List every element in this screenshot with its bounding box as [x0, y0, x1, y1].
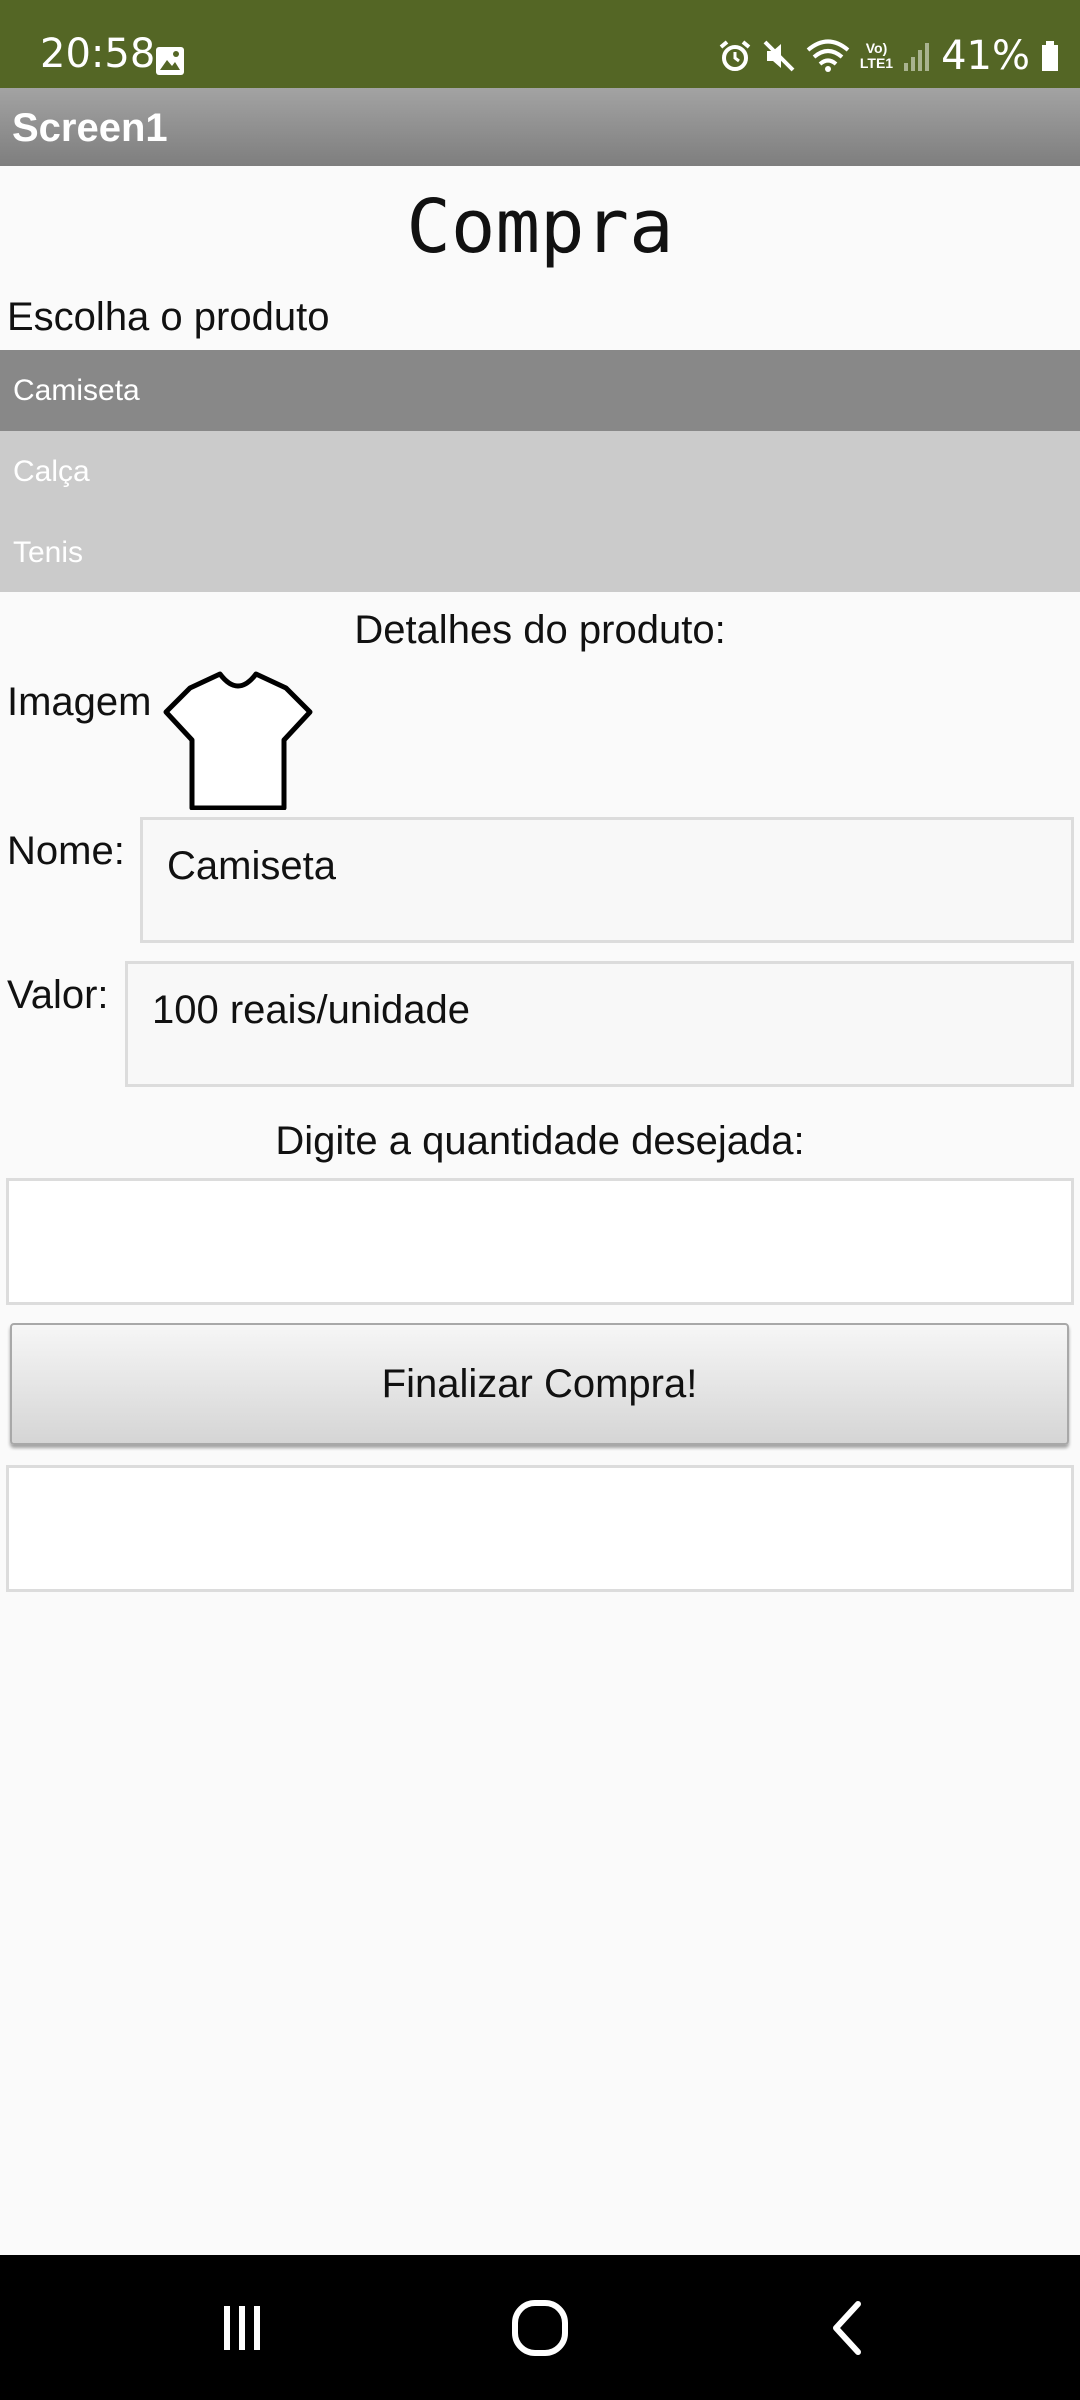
page-title: Compra [406, 184, 674, 270]
status-bar: 20:58 Vo) LTE1 41% [0, 0, 1080, 88]
signal-icon [903, 39, 931, 73]
mute-icon [762, 39, 796, 73]
list-item-tenis[interactable]: Tenis [0, 512, 1080, 593]
wifi-icon [806, 39, 850, 73]
t-shirt-icon [162, 668, 316, 815]
volte-label: Vo) [865, 40, 888, 56]
app-bar: Screen1 [0, 88, 1080, 166]
name-value: Camiseta [167, 844, 336, 888]
product-picker-label: Escolha o produto [7, 295, 330, 339]
quantity-input[interactable] [6, 1178, 1074, 1305]
battery-icon [1040, 39, 1060, 73]
name-field[interactable]: Camiseta [140, 817, 1074, 943]
alarm-icon [718, 39, 752, 73]
status-icons: Vo) LTE1 41% [718, 34, 1060, 78]
value-field[interactable]: 100 reais/unidade [125, 961, 1074, 1087]
value-label: Valor: [7, 973, 109, 1017]
home-icon[interactable] [470, 2255, 610, 2400]
name-label: Nome: [7, 829, 125, 873]
list-item-camiseta[interactable]: Camiseta [0, 350, 1080, 431]
image-label: Imagem [7, 680, 152, 724]
quantity-label: Digite a quantidade desejada: [275, 1119, 805, 1163]
battery-percent: 41% [941, 33, 1030, 79]
lte-label: LTE1 [859, 55, 894, 71]
gallery-notification-icon [155, 46, 185, 81]
result-field[interactable] [6, 1465, 1074, 1592]
details-heading: Detalhes do produto: [354, 608, 726, 652]
app-title: Screen1 [12, 106, 168, 150]
volte-icon: Vo) LTE1 [860, 41, 893, 71]
value-value: 100 reais/unidade [152, 988, 471, 1032]
back-icon[interactable] [777, 2255, 917, 2400]
product-list: Camiseta Calça Tenis [0, 350, 1080, 592]
finish-purchase-button[interactable]: Finalizar Compra! [10, 1323, 1069, 1445]
list-item-calca[interactable]: Calça [0, 431, 1080, 512]
navigation-bar [0, 2255, 1080, 2400]
status-time: 20:58 [40, 31, 156, 77]
recent-apps-icon[interactable] [172, 2255, 312, 2400]
